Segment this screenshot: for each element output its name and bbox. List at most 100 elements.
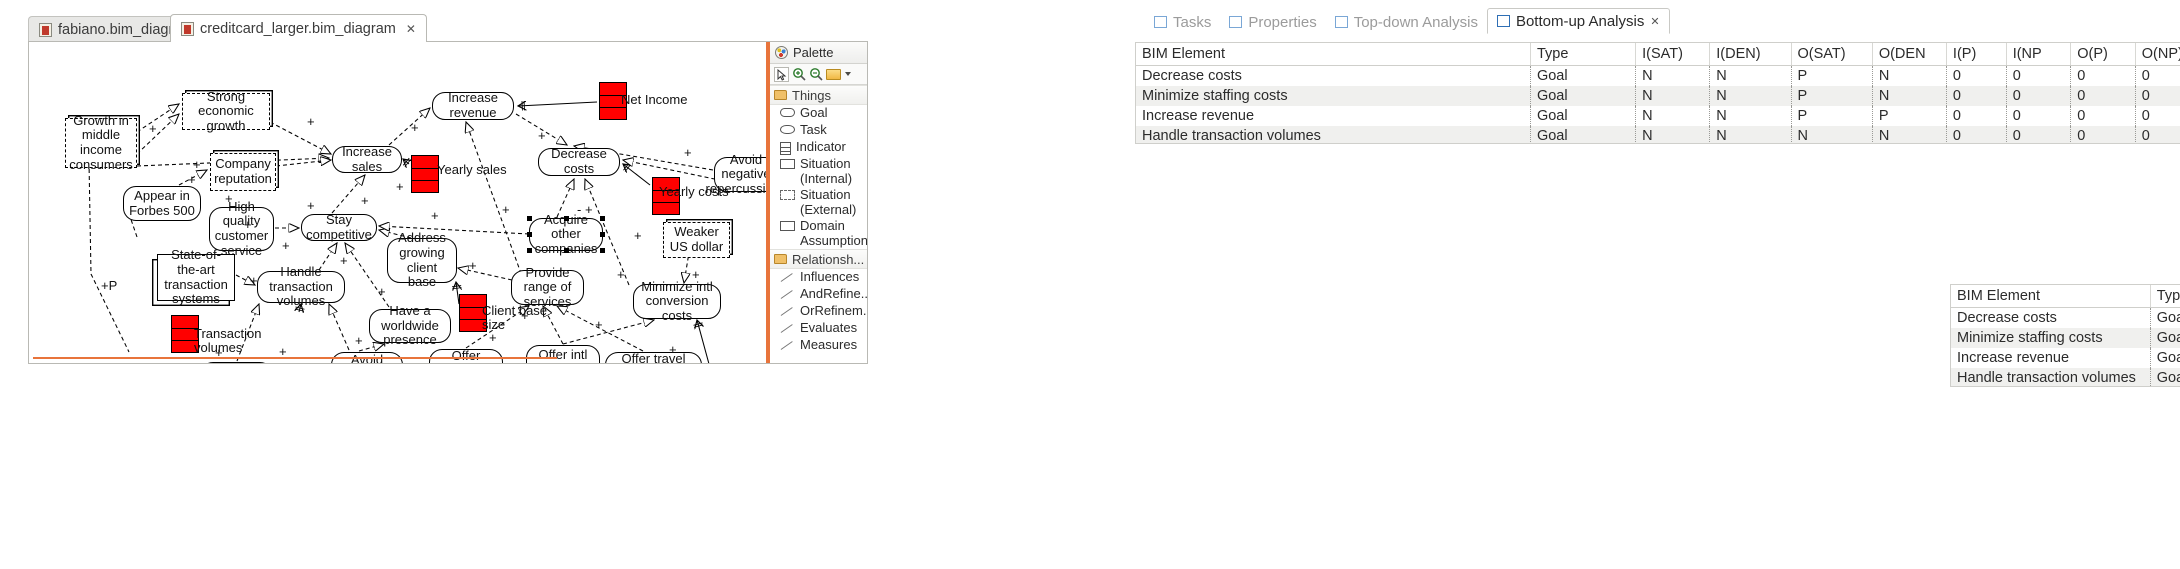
column-header[interactable]: Type [2150,285,2180,308]
table-row[interactable]: Handle transaction volumesGoalFF00 [1951,368,2180,386]
sitx-icon [780,190,795,201]
diagram-node[interactable]: Strong economic growth [182,89,270,133]
column-header[interactable]: BIM Element [1136,43,1531,66]
diagram-node[interactable]: Increase sales [332,144,402,173]
note-tool-icon[interactable] [826,68,841,80]
edge-label: + [378,284,386,299]
table-row[interactable]: Decrease costsGoalFF00 [1951,307,2180,328]
table-row[interactable]: Decrease costs Goal N N P N 0 0 0 0 [1136,65,2180,86]
diagram-node[interactable]: State-of-the-art transaction systems [157,248,235,306]
diagram-node-label: Weaker US dollar [669,224,724,254]
diagram-node[interactable]: Accurate transactions [200,362,273,363]
diagram-node[interactable]: Stay competitive [301,212,377,241]
table-row[interactable]: Minimize staffing costs Goal N N P N 0 0 0 0 [1136,86,2180,106]
bottom-up-result-table[interactable]: BIM ElementTypeSATDENPNP Decrease costsG… [1950,284,2180,387]
tab-label: Bottom-up Analysis [1515,12,1645,30]
column-header[interactable]: O(SAT) [1791,43,1873,66]
palette-item[interactable]: Situation (Internal) [766,156,867,187]
selection-handle[interactable] [599,247,605,253]
diagram-node[interactable]: Minimize intl conversion costs [633,279,721,323]
column-header[interactable]: O(NP) [2135,43,2180,66]
column-header[interactable]: I(DEN) [1709,43,1792,66]
table-row[interactable]: Increase revenueGoalFF00 [1951,348,2180,368]
selection-handle[interactable] [527,232,532,237]
palette-item[interactable]: Measures [766,337,867,354]
close-icon[interactable]: ✕ [1650,15,1659,28]
diagram-node[interactable]: Handle transaction volumes [257,264,345,308]
selection-handle[interactable] [527,247,532,253]
tab-properties[interactable]: Properties [1220,10,1325,34]
edge-label: + [469,258,477,273]
palette-item-label: Measures [800,337,858,353]
diagram-node[interactable]: Weaker US dollar [663,222,730,258]
diagram-node-label: Appear in Forbes 500 [129,187,195,218]
indicator-node[interactable] [411,155,439,193]
column-header[interactable]: O(DEN [1872,43,1947,66]
diagram-node[interactable]: High quality customer service [209,199,274,257]
table-cell: 0 [1946,126,2007,143]
column-header[interactable]: I(NP [2006,43,2072,66]
palette-group-header[interactable]: Things [766,85,867,105]
diagram-node[interactable]: Offer intl banking [526,345,600,363]
palette-item[interactable]: Situation (External) [766,187,867,218]
selection-handle[interactable] [599,216,605,221]
diagram-node[interactable]: Offer travel services [605,352,702,363]
selection-handle[interactable] [563,216,569,221]
bottom-up-input-table[interactable]: BIM Element Type I(SAT) I(DEN) O(SAT) O(DEN I(… [1135,42,2180,144]
table-cell: 0 [2006,106,2072,126]
diagram-node[interactable]: Increase revenue [432,91,514,120]
diagram-node[interactable]: Growth in middle income consumers [65,113,137,171]
palette-item[interactable]: Task [766,122,867,139]
diagram-canvas[interactable]: Growth in middle income consumers Strong … [29,42,840,363]
table-row[interactable]: Handle transaction volumes Goal N N N N 0 0 0 0 [1136,126,2180,143]
chevron-down-icon[interactable] [845,72,851,76]
palette-item[interactable]: OrRefinem... [766,303,867,320]
table-row[interactable]: Increase revenue Goal N N P P 0 0 0 0 [1136,106,2180,126]
table-cell: 0 [1946,86,2007,106]
column-header[interactable]: O(P) [2070,43,2136,66]
tab-top-down-analysis[interactable]: Top-down Analysis [1326,10,1487,34]
column-header[interactable]: Type [1530,43,1637,66]
palette-item[interactable]: AndRefine... [766,286,867,303]
zoom-in-tool-icon[interactable] [792,67,806,81]
zoom-out-tool-icon[interactable] [809,67,823,81]
palette-item-label: Task [800,122,827,137]
diagram-node[interactable]: Appear in Forbes 500 [123,186,201,221]
selection-handle[interactable] [563,247,569,253]
select-tool-icon[interactable] [774,66,789,82]
column-header[interactable]: I(P) [1946,43,2007,66]
edge-label: + [521,308,529,323]
palette-item[interactable]: Indicator [766,139,867,156]
palette-item[interactable]: Influences [766,269,867,286]
selection-handle[interactable] [527,216,532,221]
analysis-view-icon [1496,15,1510,27]
editor-tab-creditcard[interactable]: creditcard_larger.bim_diagram ✕ [170,14,427,42]
diagram-node[interactable]: Decrease costs [538,147,620,176]
palette-item[interactable]: Goal [766,105,867,122]
edge-label: + [282,238,290,253]
palette-group-header[interactable]: Relationsh...« [766,249,867,270]
close-icon[interactable]: ✕ [406,22,416,36]
diagram-node[interactable]: Have a worldwide presence [369,303,451,347]
palette-group-label: Relationsh... [792,251,865,267]
table-cell: Minimize staffing costs [1951,328,2151,348]
dom-icon [780,221,795,232]
table-cell: 0 [2141,108,2150,124]
edge-label: +P [101,278,118,293]
table-row[interactable]: Minimize staffing costsGoalFF00 [1951,328,2180,348]
diagram-canvas-frame[interactable]: Growth in middle income consumers Strong … [28,41,841,364]
edge-label: + [149,121,157,136]
diagram-node[interactable]: Company reputation [210,153,276,191]
tab-bottom-up-analysis[interactable]: Bottom-up Analysis ✕ [1486,8,1670,34]
edge-label: + [361,193,369,208]
diagram-node[interactable]: Acquire other companies [527,212,605,256]
palette-item[interactable]: Evaluates [766,320,867,337]
selection-handle[interactable] [599,232,605,237]
diagram-node[interactable]: Provide range of services [511,265,584,309]
column-header[interactable]: BIM Element [1951,285,2151,308]
palette-item-label: Indicator [796,139,846,154]
tab-tasks[interactable]: Tasks [1145,10,1220,34]
column-header[interactable]: I(SAT) [1635,43,1711,66]
diagram-node[interactable]: Address growing client base [387,231,457,289]
palette-item[interactable]: Domain Assumption [766,218,867,249]
